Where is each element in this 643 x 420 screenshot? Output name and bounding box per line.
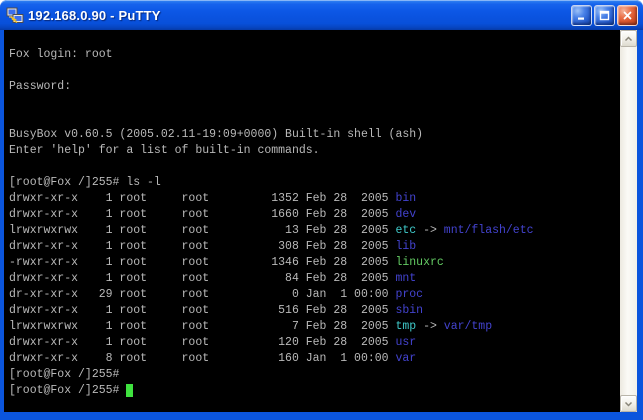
- terminal-line: lrwxrwxrwx 1 root root 13 Feb 28 2005 et…: [9, 223, 620, 239]
- terminal-line: drwxr-xr-x 1 root root 84 Feb 28 2005 mn…: [9, 271, 620, 287]
- terminal-line: [9, 111, 620, 127]
- scrollbar-track[interactable]: [620, 47, 637, 395]
- terminal-line: drwxr-xr-x 1 root root 1660 Feb 28 2005 …: [9, 207, 620, 223]
- terminal-line: drwxr-xr-x 1 root root 308 Feb 28 2005 l…: [9, 239, 620, 255]
- putty-icon[interactable]: [6, 7, 24, 24]
- window-body: Fox login: root Password: BusyBox v0.60.5 …: [0, 30, 643, 416]
- maximize-button[interactable]: [594, 5, 615, 26]
- title-bar[interactable]: 192.168.0.90 - PuTTY: [0, 0, 643, 30]
- terminal-line: [9, 95, 620, 111]
- vertical-scrollbar[interactable]: [620, 30, 637, 412]
- minimize-button[interactable]: [571, 5, 592, 26]
- terminal-screen[interactable]: Fox login: root Password: BusyBox v0.60.5 …: [4, 30, 620, 412]
- terminal-line: drwxr-xr-x 1 root root 1352 Feb 28 2005 …: [9, 191, 620, 207]
- terminal-line: Password:: [9, 79, 620, 95]
- terminal-line: [root@Fox /]255#: [9, 383, 620, 399]
- maximize-icon: [599, 10, 610, 21]
- scroll-up-button[interactable]: [620, 30, 637, 47]
- close-icon: [622, 10, 633, 21]
- terminal-line: drwxr-xr-x 1 root root 120 Feb 28 2005 u…: [9, 335, 620, 351]
- minimize-icon: [576, 10, 587, 21]
- terminal-line: lrwxrwxrwx 1 root root 7 Feb 28 2005 tmp…: [9, 319, 620, 335]
- terminal-line: [root@Fox /]255#: [9, 367, 620, 383]
- terminal-line: dr-xr-xr-x 29 root root 0 Jan 1 00:00 pr…: [9, 287, 620, 303]
- terminal-line: [root@Fox /]255# ls -l: [9, 175, 620, 191]
- terminal-line: BusyBox v0.60.5 (2005.02.11-19:09+0000) …: [9, 127, 620, 143]
- scroll-down-button[interactable]: [620, 395, 637, 412]
- terminal-line: Enter 'help' for a list of built-in comm…: [9, 143, 620, 159]
- terminal-line: [9, 63, 620, 79]
- chevron-down-icon: [624, 401, 633, 407]
- window-title: 192.168.0.90 - PuTTY: [28, 8, 571, 23]
- close-button[interactable]: [617, 5, 638, 26]
- terminal-line: Fox login: root: [9, 47, 620, 63]
- terminal-line: -rwxr-xr-x 1 root root 1346 Feb 28 2005 …: [9, 255, 620, 271]
- terminal-line: drwxr-xr-x 8 root root 160 Jan 1 00:00 v…: [9, 351, 620, 367]
- chevron-up-icon: [624, 36, 633, 42]
- terminal-line: [9, 159, 620, 175]
- putty-window: 192.168.0.90 - PuTTY Fox login: rootPas: [0, 0, 643, 420]
- terminal-cursor: [126, 384, 133, 397]
- window-controls: [571, 5, 638, 26]
- terminal-line: drwxr-xr-x 1 root root 516 Feb 28 2005 s…: [9, 303, 620, 319]
